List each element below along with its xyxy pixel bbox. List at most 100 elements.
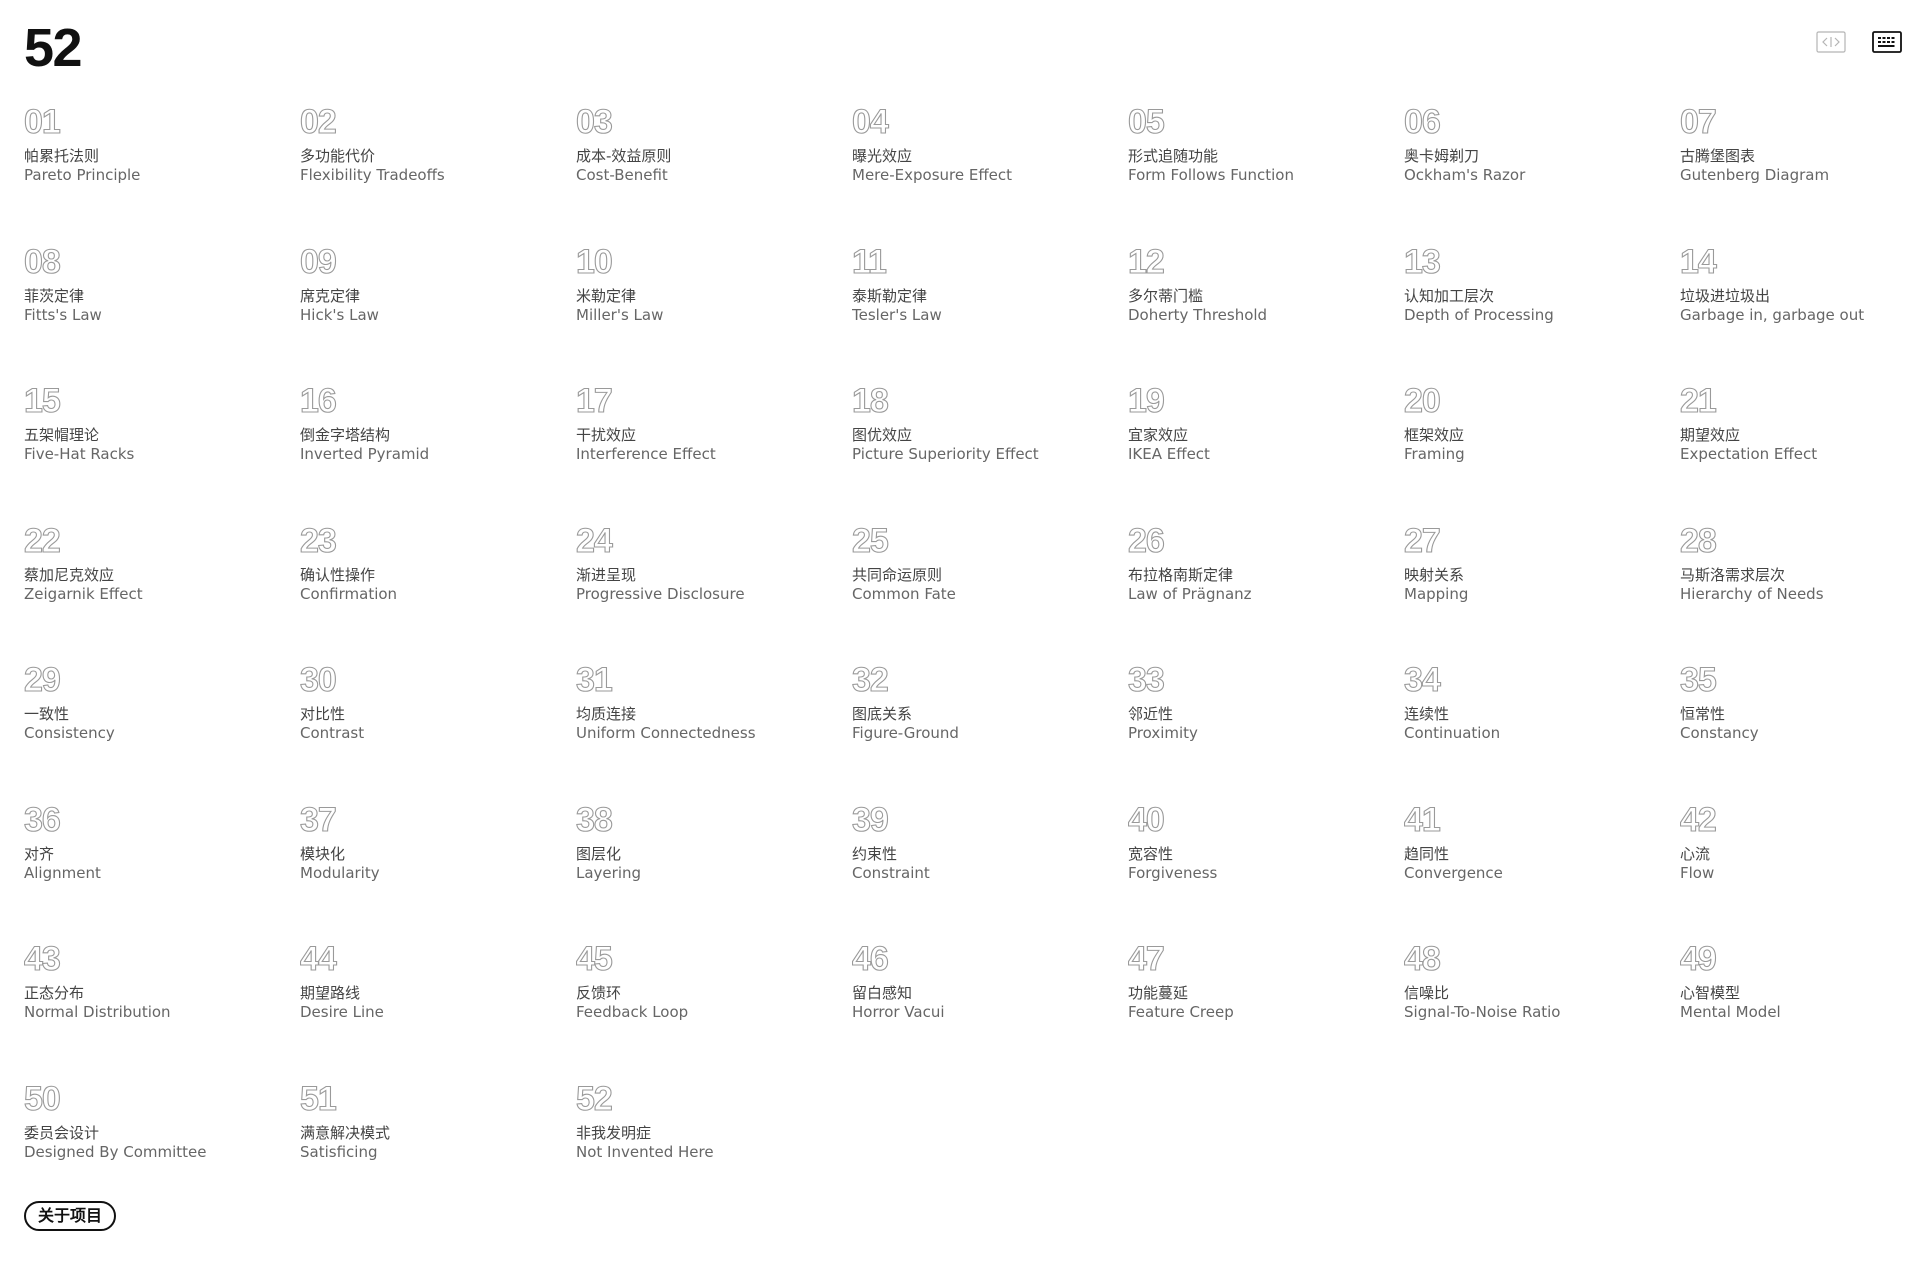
keyboard-grid-icon [1872,31,1902,53]
principle-card[interactable]: 05 形式追随功能 Form Follows Function [1128,98,1404,238]
principle-card[interactable]: 50 委员会设计 Designed By Committee [24,1075,300,1215]
principle-card[interactable]: 26 布拉格南斯定律 Law of Prägnanz [1128,517,1404,657]
principle-card[interactable]: 25 共同命运原则 Common Fate [852,517,1128,657]
principle-chinese-name: 菲茨定律 [24,286,85,305]
principle-english-name: Inverted Pyramid [300,445,430,463]
principle-english-name: Law of Prägnanz [1128,584,1252,603]
principle-number: 50 [24,1079,61,1118]
principle-card[interactable]: 10 米勒定律 Miller's Law [576,238,852,378]
principle-card[interactable]: 14 垃圾进垃圾出 Garbage in, garbage out [1680,238,1920,378]
principle-card[interactable]: 12 多尔蒂门槛 Doherty Threshold [1128,238,1404,378]
code-view-toggle[interactable] [1815,28,1847,56]
principle-card[interactable]: 46 留白感知 Horror Vacui [852,935,1128,1075]
principle-number: 42 [1680,800,1717,839]
principle-number: 03 [576,102,613,141]
principle-card[interactable]: 21 期望效应 Expectation Effect [1680,377,1920,517]
principle-number: 22 [24,521,61,560]
principle-english-name: Confirmation [300,584,398,603]
principle-chinese-name: 委员会设计 [24,1123,100,1142]
principle-number: 26 [1128,521,1165,560]
principle-english-name: Zeigarnik Effect [24,584,143,603]
principle-number: 38 [576,800,613,839]
about-project-button[interactable]: 关于项目 [24,1201,117,1231]
principle-english-name: Picture Superiority Effect [852,445,1039,463]
principle-english-name: Layering [576,863,642,882]
principle-card[interactable]: 48 信噪比 Signal-To-Noise Ratio [1404,935,1680,1075]
principle-chinese-name: 留白感知 [852,984,913,1002]
principle-english-name: Expectation Effect [1680,445,1818,463]
principle-card[interactable]: 42 心流 Flow [1680,796,1920,936]
principle-card[interactable]: 44 期望路线 Desire Line [300,935,576,1075]
principle-card[interactable]: 06 奥卡姆剃刀 Ockham's Razor [1404,98,1680,238]
principle-card[interactable]: 33 邻近性 Proximity [1128,656,1404,796]
principle-card[interactable]: 34 连续性 Continuation [1404,656,1680,796]
principle-chinese-name: 心智模型 [1680,984,1741,1002]
grid-view-toggle[interactable] [1871,28,1903,56]
principle-card[interactable]: 22 蔡加尼克效应 Zeigarnik Effect [24,517,300,657]
principle-card[interactable]: 16 倒金字塔结构 Inverted Pyramid [300,377,576,517]
principle-card[interactable]: 20 框架效应 Framing [1404,377,1680,517]
principle-card[interactable]: 19 宜家效应 IKEA Effect [1128,377,1404,517]
principle-card[interactable]: 03 成本-效益原则 Cost-Benefit [576,98,852,238]
principle-number: 32 [852,660,889,699]
principle-english-name: Alignment [24,863,101,882]
principle-card[interactable]: 38 图层化 Layering [576,796,852,936]
principle-english-name: Mere-Exposure Effect [852,166,1013,184]
principle-chinese-name: 多尔蒂门槛 [1128,286,1204,305]
principle-card[interactable]: 18 图优效应 Picture Superiority Effect [852,377,1128,517]
principle-chinese-name: 对齐 [24,844,55,863]
principle-card[interactable]: 08 菲茨定律 Fitts's Law [24,238,300,378]
principle-chinese-name: 泰斯勒定律 [852,286,928,305]
principle-card[interactable]: 09 席克定律 Hick's Law [300,238,576,378]
principle-card[interactable]: 27 映射关系 Mapping [1404,517,1680,657]
principle-card[interactable]: 02 多功能代价 Flexibility Tradeoffs [300,98,576,238]
principle-card[interactable]: 40 宽容性 Forgiveness [1128,796,1404,936]
principle-card[interactable]: 41 趋同性 Convergence [1404,796,1680,936]
principle-card[interactable]: 24 渐进呈现 Progressive Disclosure [576,517,852,657]
principle-card[interactable]: 37 模块化 Modularity [300,796,576,936]
principle-english-name: Ockham's Razor [1404,166,1526,184]
principle-card[interactable]: 07 古腾堡图表 Gutenberg Diagram [1680,98,1920,238]
principle-chinese-name: 连续性 [1404,705,1450,723]
principle-english-name: Gutenberg Diagram [1680,166,1830,184]
principle-chinese-name: 均质连接 [576,705,637,723]
principle-chinese-name: 确认性操作 [300,565,376,584]
principle-card[interactable]: 35 恒常性 Constancy [1680,656,1920,796]
principle-card[interactable]: 30 对比性 Contrast [300,656,576,796]
principle-chinese-name: 布拉格南斯定律 [1128,565,1234,584]
principle-card[interactable]: 01 帕累托法则 Pareto Principle [24,98,300,238]
principle-card[interactable]: 43 正态分布 Normal Distribution [24,935,300,1075]
principle-english-name: Constancy [1680,724,1759,742]
principle-english-name: Satisficing [300,1142,378,1161]
principle-card[interactable]: 52 非我发明症 Not Invented Here [576,1075,852,1215]
principles-grid: 01 帕累托法则 Pareto Principle 02 多功能代价 Flexibilit… [24,98,1920,1214]
principle-card[interactable]: 31 均质连接 Uniform Connectedness [576,656,852,796]
principle-number: 31 [576,660,613,699]
principle-card[interactable]: 13 认知加工层次 Depth of Processing [1404,238,1680,378]
principle-english-name: Interference Effect [576,445,716,463]
principle-card[interactable]: 29 一致性 Consistency [24,656,300,796]
principle-english-name: Contrast [300,724,365,742]
principle-card[interactable]: 36 对齐 Alignment [24,796,300,936]
principle-english-name: Designed By Committee [24,1142,207,1161]
principle-card[interactable]: 17 干扰效应 Interference Effect [576,377,852,517]
principle-card[interactable]: 45 反馈环 Feedback Loop [576,935,852,1075]
principle-card[interactable]: 39 约束性 Constraint [852,796,1128,936]
principle-english-name: Fitts's Law [24,305,102,324]
principle-card[interactable]: 15 五架帽理论 Five-Hat Racks [24,377,300,517]
principle-card[interactable]: 23 确认性操作 Confirmation [300,517,576,657]
principle-card[interactable]: 49 心智模型 Mental Model [1680,935,1920,1075]
principle-chinese-name: 心流 [1680,844,1711,863]
principle-card[interactable]: 28 马斯洛需求层次 Hierarchy of Needs [1680,517,1920,657]
principle-chinese-name: 映射关系 [1404,565,1465,584]
principle-card[interactable]: 47 功能蔓延 Feature Creep [1128,935,1404,1075]
principle-card[interactable]: 32 图底关系 Figure-Ground [852,656,1128,796]
principle-card[interactable]: 51 满意解决模式 Satisficing [300,1075,576,1215]
principle-number: 24 [576,521,613,560]
principle-card[interactable]: 04 曝光效应 Mere-Exposure Effect [852,98,1128,238]
principle-chinese-name: 邻近性 [1128,705,1174,723]
principle-card[interactable]: 11 泰斯勒定律 Tesler's Law [852,238,1128,378]
principle-chinese-name: 正态分布 [24,984,85,1002]
principle-english-name: Normal Distribution [24,1003,171,1021]
principle-chinese-name: 恒常性 [1680,705,1726,723]
